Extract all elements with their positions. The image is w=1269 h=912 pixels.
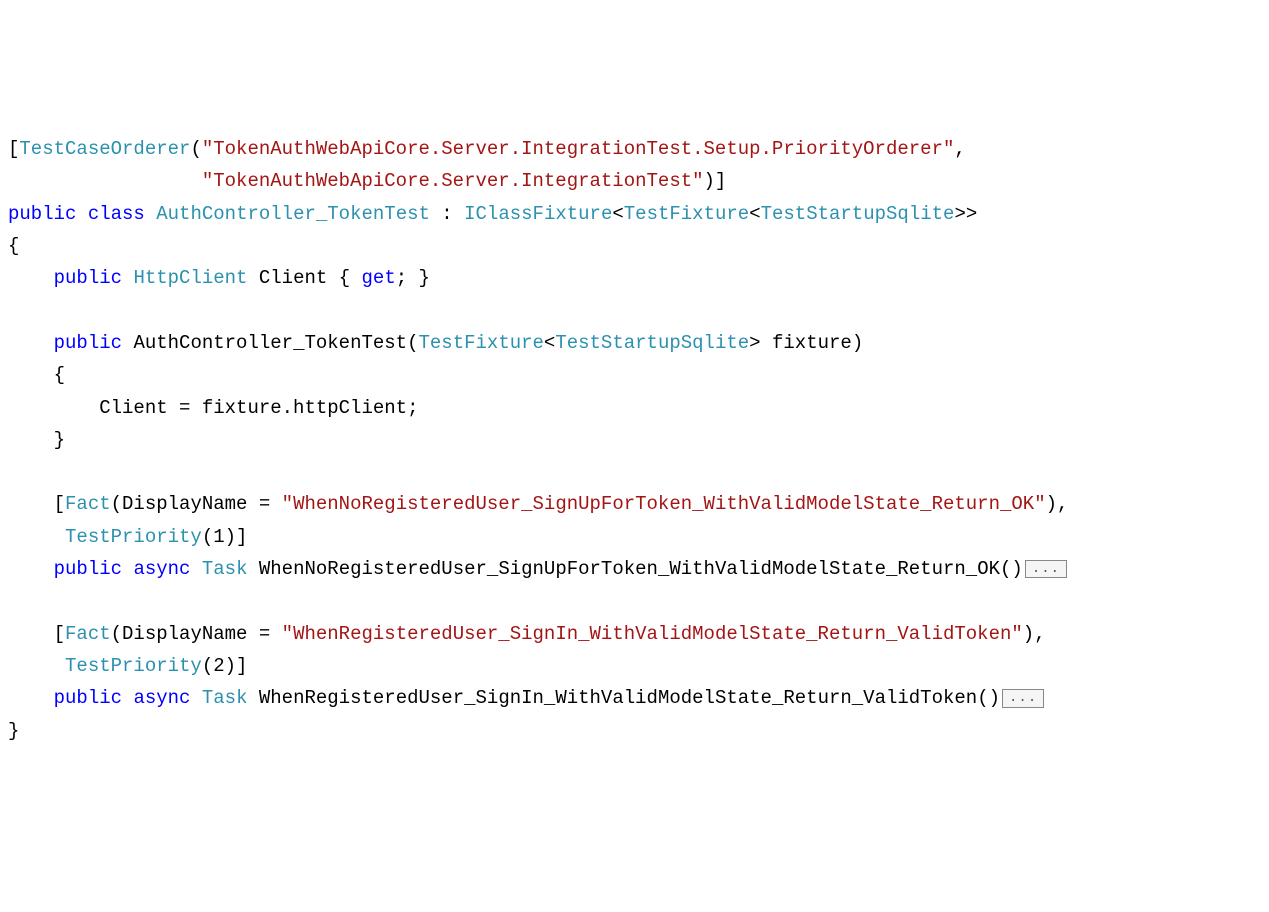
test2-method: WhenRegisteredUser_SignIn_WithValidModel… xyxy=(259,687,977,709)
fixture-type: TestFixture xyxy=(624,203,749,225)
priority1: 1 xyxy=(213,526,224,548)
ctor-body: Client = fixture.httpClient; xyxy=(99,397,418,419)
kw-class: class xyxy=(88,203,145,225)
ctor-name: AuthController_TokenTest xyxy=(133,332,407,354)
priority2: 2 xyxy=(213,655,224,677)
testpriority-attr: TestPriority xyxy=(65,526,202,548)
test1-method: WhenNoRegisteredUser_SignUpForToken_With… xyxy=(259,558,1000,580)
attr-name: TestCaseOrderer xyxy=(19,138,190,160)
iface: IClassFixture xyxy=(464,203,612,225)
test1-displayname: "WhenNoRegisteredUser_SignUpForToken_Wit… xyxy=(282,493,1046,515)
kw-async: async xyxy=(133,558,190,580)
task-type: Task xyxy=(202,558,248,580)
kw-public: public xyxy=(8,203,76,225)
test2-displayname: "WhenRegisteredUser_SignIn_WithValidMode… xyxy=(282,623,1023,645)
code-block: [TestCaseOrderer("TokenAuthWebApiCore.Se… xyxy=(8,133,1261,747)
startup-type: TestStartupSqlite xyxy=(761,203,955,225)
httpclient-type: HttpClient xyxy=(133,267,247,289)
displayname-prop: DisplayName xyxy=(122,493,247,515)
client-prop: Client xyxy=(259,267,327,289)
kw-get: get xyxy=(362,267,396,289)
attr-arg1: "TokenAuthWebApiCore.Server.IntegrationT… xyxy=(202,138,955,160)
fold-box-1[interactable]: ... xyxy=(1025,560,1067,579)
class-name: AuthController_TokenTest xyxy=(156,203,430,225)
ctor-param: fixture xyxy=(772,332,852,354)
fold-box-2[interactable]: ... xyxy=(1002,689,1044,708)
attr-arg2: "TokenAuthWebApiCore.Server.IntegrationT… xyxy=(202,170,704,192)
fact-attr: Fact xyxy=(65,493,111,515)
